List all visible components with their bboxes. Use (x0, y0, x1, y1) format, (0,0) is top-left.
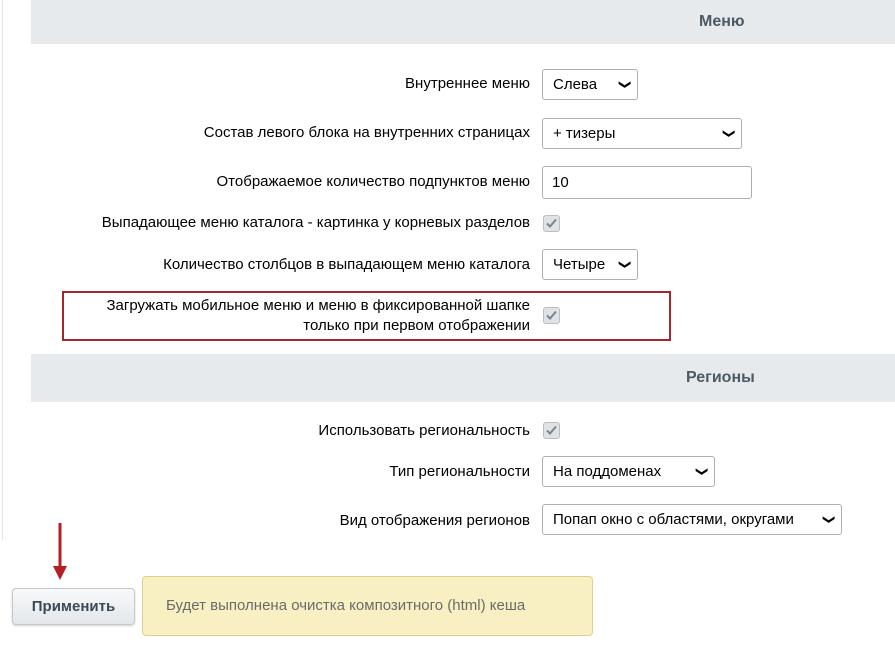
chevron-down-icon: ❯ (618, 259, 633, 270)
lazy-load-label-line1: Загружать мобильное меню и меню в фиксир… (106, 297, 530, 314)
region-view-select[interactable]: Попап окно с областями, округами ❯ (542, 504, 842, 535)
section-header-regions: Регионы (31, 354, 895, 402)
region-view-label: Вид отображения регионов (339, 512, 530, 529)
left-block-value: + тизеры (553, 125, 616, 142)
check-icon (546, 218, 557, 228)
catalog-picture-label: Выпадающее меню каталога - картинка у ко… (101, 214, 530, 231)
use-regions-checkbox[interactable] (543, 422, 560, 439)
region-type-select[interactable]: На поддоменах ❯ (542, 456, 715, 487)
lazy-load-label-line2: только при первом отображении (303, 317, 530, 334)
region-type-value: На поддоменах (553, 463, 662, 480)
section-title-menu: Меню (699, 13, 745, 30)
region-view-value: Попап окно с областями, округами (553, 511, 794, 528)
apply-button[interactable]: Применить (12, 588, 135, 625)
catalog-columns-select[interactable]: Четыре ❯ (542, 249, 638, 280)
check-icon (546, 425, 557, 435)
chevron-down-icon: ❯ (722, 128, 737, 139)
arrow-down-icon (53, 523, 67, 580)
use-regions-label: Использовать региональность (318, 422, 530, 439)
section-header-menu: Меню (31, 0, 895, 44)
settings-panel: Меню Внутреннее меню Слева ❯ Состав лево… (2, 0, 895, 540)
lazy-load-checkbox[interactable] (543, 307, 560, 324)
catalog-columns-value: Четыре (553, 256, 606, 273)
subitems-count-label: Отображаемое количество подпунктов меню (216, 173, 530, 190)
inner-menu-select[interactable]: Слева ❯ (542, 69, 638, 100)
chevron-down-icon: ❯ (618, 79, 633, 90)
inner-menu-value: Слева (553, 76, 598, 93)
subitems-count-input[interactable]: 10 (542, 166, 752, 199)
catalog-picture-checkbox[interactable] (543, 215, 560, 232)
inner-menu-label: Внутреннее меню (405, 75, 530, 92)
left-block-label: Состав левого блока на внутренних страни… (203, 124, 530, 141)
left-block-select[interactable]: + тизеры ❯ (542, 118, 742, 149)
catalog-columns-label: Количество столбцов в выпадающем меню ка… (163, 256, 530, 273)
section-title-regions: Регионы (686, 369, 755, 386)
chevron-down-icon: ❯ (695, 466, 710, 477)
region-type-label: Тип региональности (389, 463, 530, 480)
chevron-down-icon: ❯ (822, 514, 837, 525)
check-icon (546, 310, 557, 320)
cache-notice: Будет выполнена очистка композитного (ht… (142, 576, 593, 636)
